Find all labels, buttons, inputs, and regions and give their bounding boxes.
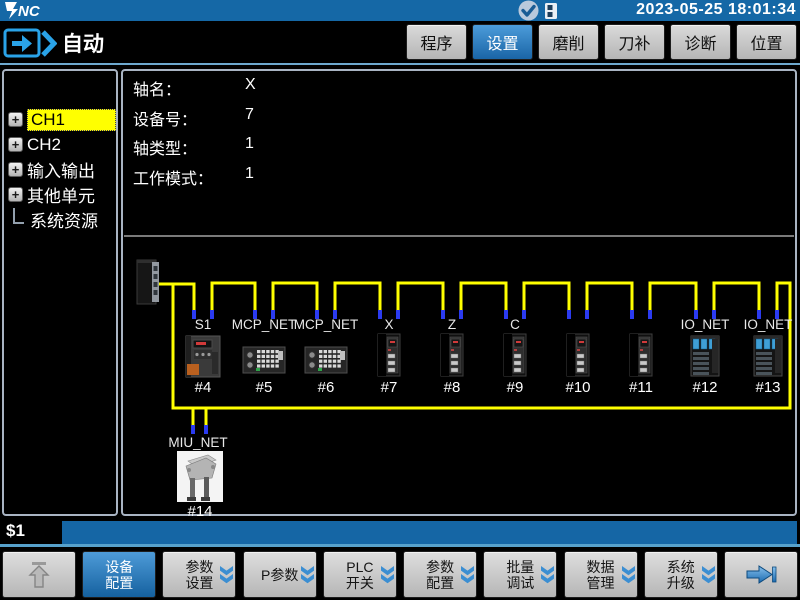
device-tree-panel: + CH1 + CH2 + 输入输出 + 其他单元系统资源 xyxy=(2,69,118,516)
softkey-page-next[interactable] xyxy=(724,551,798,598)
info-row: 轴名： X xyxy=(123,76,795,100)
softkey-label: 数据管理 xyxy=(587,559,615,591)
expand-plus-icon[interactable]: + xyxy=(8,187,23,202)
title-bar: 自动 程序设置磨削刀补诊断位置 xyxy=(0,21,800,65)
info-row: 工作模式： 1 xyxy=(123,165,795,189)
softkey-参数设置[interactable]: 参数设置 xyxy=(162,551,236,598)
softkey-label: 参数设置 xyxy=(185,559,213,591)
info-value: X xyxy=(245,76,256,94)
softkey-label: 系统升级 xyxy=(667,559,695,591)
expand-plus-icon[interactable]: + xyxy=(8,137,23,152)
page-up-icon xyxy=(27,561,51,588)
cnc-screen: NC 2023-05-25 18:01:34 自动 程序设置磨削刀补诊断位置 +… xyxy=(0,0,800,600)
svg-text:NC: NC xyxy=(18,3,41,20)
tab-位置[interactable]: 位置 xyxy=(736,24,797,60)
info-label: 轴类型： xyxy=(133,135,197,159)
battery-connector-icon xyxy=(545,3,558,19)
sidebar-item-输入输出[interactable]: + 输入输出 xyxy=(4,157,116,182)
tab-设置[interactable]: 设置 xyxy=(472,24,533,60)
chevron-down-icon xyxy=(461,566,474,584)
brand-logo-icon: NC xyxy=(4,1,60,20)
info-row: 轴类型： 1 xyxy=(123,135,795,159)
softkey-设备配置[interactable]: 设备配置 xyxy=(82,551,156,598)
chevron-down-icon xyxy=(220,566,233,584)
softkey-数据管理[interactable]: 数据管理 xyxy=(564,551,638,598)
tree-item-label: CH2 xyxy=(27,135,61,155)
mode-label: 自动 xyxy=(62,28,104,58)
tab-诊断[interactable]: 诊断 xyxy=(670,24,731,60)
softkey-toolbar: 设备配置 参数设置 P参数 PLC开关 参数配置 批量调试 数据管理 系统升级 xyxy=(0,551,800,600)
info-row: 设备号： 7 xyxy=(123,106,795,130)
info-label: 工作模式： xyxy=(133,165,213,189)
check-circle-icon xyxy=(517,0,540,21)
status-message-bar xyxy=(62,521,797,544)
datetime-display: 2023-05-25 18:01:34 xyxy=(636,1,796,19)
softkey-label: P参数 xyxy=(261,567,298,583)
softkey-label: 参数配置 xyxy=(426,559,454,591)
auto-mode-arrow-icon xyxy=(3,28,57,59)
status-row: $1 xyxy=(0,518,800,547)
info-label: 轴名： xyxy=(133,76,181,100)
softkey-系统升级[interactable]: 系统升级 xyxy=(644,551,718,598)
top-tab-bar: 程序设置磨削刀补诊断位置 xyxy=(401,24,797,60)
tree-item-label: 系统资源 xyxy=(30,207,98,232)
device-detail-panel: 轴名： X 设备号： 7 轴类型： 1 工作模式： 1 xyxy=(121,69,797,516)
chevron-down-icon xyxy=(301,566,314,584)
page-next-icon xyxy=(745,564,777,585)
chevron-down-icon xyxy=(381,566,394,584)
softkey-参数配置[interactable]: 参数配置 xyxy=(403,551,477,598)
softkey-批量调试[interactable]: 批量调试 xyxy=(483,551,557,598)
softkey-label: PLC开关 xyxy=(346,559,374,591)
expand-plus-icon[interactable]: + xyxy=(8,112,23,127)
softkey-page-up[interactable] xyxy=(2,551,76,598)
sidebar-item-CH2[interactable]: + CH2 xyxy=(4,132,116,157)
tab-磨削[interactable]: 磨削 xyxy=(538,24,599,60)
chevron-down-icon xyxy=(702,566,715,584)
sidebar-item-系统资源[interactable]: 系统资源 xyxy=(4,207,116,232)
chevron-down-icon xyxy=(622,566,635,584)
tab-程序[interactable]: 程序 xyxy=(406,24,467,60)
info-value: 7 xyxy=(245,106,254,124)
softkey-P参数[interactable]: P参数 xyxy=(243,551,317,598)
tree-item-label: 其他单元 xyxy=(27,182,95,207)
chevron-down-icon xyxy=(541,566,554,584)
tab-刀补[interactable]: 刀补 xyxy=(604,24,665,60)
channel-indicator: $1 xyxy=(6,521,25,541)
info-value: 1 xyxy=(245,165,254,183)
softkey-PLC开关[interactable]: PLC开关 xyxy=(323,551,397,598)
expand-plus-icon[interactable]: + xyxy=(8,162,23,177)
info-value: 1 xyxy=(245,135,254,153)
info-label: 设备号： xyxy=(133,106,197,130)
tree-item-label: 输入输出 xyxy=(27,157,95,182)
softkey-label: 批量调试 xyxy=(506,559,534,591)
tree-branch-line xyxy=(13,208,24,224)
tree-item-label: CH1 xyxy=(27,109,116,131)
sidebar-item-其他单元[interactable]: + 其他单元 xyxy=(4,182,116,207)
softkey-label: 设备配置 xyxy=(105,559,133,591)
top-status-bar: NC 2023-05-25 18:01:34 xyxy=(0,0,800,21)
sidebar-item-CH1[interactable]: + CH1 xyxy=(4,107,116,132)
